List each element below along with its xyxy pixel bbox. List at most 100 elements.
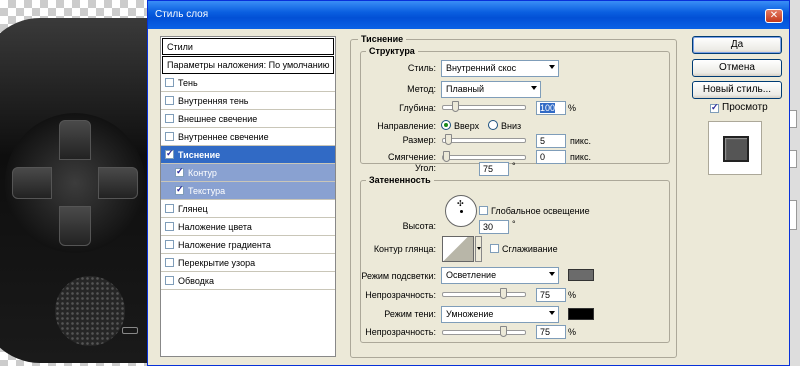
preview-label: Просмотр bbox=[722, 102, 768, 113]
shadow-opacity-slider[interactable] bbox=[442, 326, 526, 337]
soften-label: Смягчение: bbox=[387, 152, 436, 162]
shadow-opacity-input[interactable]: 75 bbox=[536, 325, 566, 339]
crosshair-icon: ✣ bbox=[457, 199, 464, 208]
style-item-label: Тень bbox=[178, 77, 198, 88]
style-item-label: Контур bbox=[188, 167, 217, 178]
highlight-color-swatch[interactable] bbox=[568, 269, 594, 281]
dialog-title: Стиль слоя bbox=[155, 9, 209, 20]
gloss-contour-swatch[interactable] bbox=[442, 236, 474, 262]
global-light-checkbox[interactable] bbox=[479, 206, 488, 215]
method-select[interactable]: Плавный bbox=[441, 81, 541, 98]
shadow-opacity-unit: % bbox=[568, 327, 577, 337]
size-input[interactable]: 5 bbox=[536, 134, 566, 148]
shadow-opacity-thumb[interactable] bbox=[500, 326, 507, 337]
antialias-checkbox[interactable] bbox=[490, 244, 499, 253]
cancel-button[interactable]: Отмена bbox=[692, 59, 782, 77]
ok-button[interactable]: Да bbox=[692, 36, 782, 54]
blending-options-item[interactable]: Параметры наложения: По умолчанию bbox=[162, 56, 334, 74]
dpad-left bbox=[12, 167, 52, 199]
speaker-grille bbox=[55, 276, 125, 346]
style-item-checkbox[interactable] bbox=[165, 148, 174, 159]
soften-slider[interactable] bbox=[442, 151, 526, 162]
highlight-opacity-thumb[interactable] bbox=[500, 288, 507, 299]
styles-list: Стили Параметры наложения: По умолчанию … bbox=[160, 36, 336, 357]
style-item-label: Перекрытие узора bbox=[178, 257, 256, 268]
style-item-checkbox[interactable] bbox=[165, 204, 174, 213]
dialog-titlebar[interactable]: Стиль слоя ✕ bbox=[148, 1, 789, 29]
style-item-label: Глянец bbox=[178, 203, 208, 214]
style-item[interactable]: Контур bbox=[161, 164, 335, 182]
angle-unit: ° bbox=[512, 161, 516, 171]
style-item[interactable]: Глянец bbox=[161, 200, 335, 218]
soften-slider-thumb[interactable] bbox=[443, 151, 450, 162]
angle-dial[interactable]: ✣ bbox=[445, 195, 477, 227]
style-item[interactable]: Наложение градиента bbox=[161, 236, 335, 254]
gloss-contour-label: Контур глянца: bbox=[373, 244, 436, 254]
style-item[interactable]: Перекрытие узора bbox=[161, 254, 335, 272]
style-item-label: Наложение градиента bbox=[178, 239, 271, 250]
style-item-checkbox[interactable] bbox=[165, 78, 174, 87]
depth-slider-thumb[interactable] bbox=[452, 101, 460, 112]
preview-square bbox=[723, 136, 749, 162]
shadow-mode-value: Умножение bbox=[446, 309, 494, 319]
highlight-mode-label: Режим подсветки: bbox=[361, 271, 436, 281]
style-item-checkbox[interactable] bbox=[165, 132, 174, 141]
soften-input[interactable]: 0 bbox=[536, 150, 566, 164]
style-item-checkbox[interactable] bbox=[165, 258, 174, 267]
direction-label: Направление: bbox=[377, 121, 436, 131]
depth-label: Глубина: bbox=[399, 103, 436, 113]
style-item[interactable]: Обводка bbox=[161, 272, 335, 290]
style-item-label: Наложение цвета bbox=[178, 221, 252, 232]
depth-input-value: 100 bbox=[540, 103, 556, 113]
style-item-label: Внутреннее свечение bbox=[178, 131, 269, 142]
style-item[interactable]: Наложение цвета bbox=[161, 218, 335, 236]
chevron-down-icon bbox=[549, 272, 555, 276]
highlight-opacity-slider[interactable] bbox=[442, 288, 526, 299]
direction-up-label: Вверх bbox=[454, 121, 480, 131]
gloss-contour-dropdown[interactable] bbox=[475, 236, 482, 262]
style-item-label: Обводка bbox=[178, 275, 215, 286]
style-item[interactable]: Внутренняя тень bbox=[161, 92, 335, 110]
dpad-down bbox=[59, 206, 91, 246]
style-preview bbox=[708, 121, 762, 175]
angle-input[interactable]: 75 bbox=[479, 162, 509, 176]
direction-up-radio[interactable] bbox=[441, 120, 451, 130]
new-style-button[interactable]: Новый стиль... bbox=[692, 81, 782, 99]
size-slider-thumb[interactable] bbox=[445, 134, 453, 145]
chevron-down-icon bbox=[531, 86, 537, 90]
direction-down-label: Вниз bbox=[501, 121, 522, 131]
layer-style-dialog: Стиль слоя ✕ Стили Параметры наложения: … bbox=[147, 0, 790, 366]
global-light-label: Глобальное освещение bbox=[491, 206, 590, 216]
style-item-checkbox[interactable] bbox=[165, 96, 174, 105]
highlight-opacity-input[interactable]: 75 bbox=[536, 288, 566, 302]
style-item-checkbox[interactable] bbox=[165, 276, 174, 285]
size-unit: пикс. bbox=[570, 136, 591, 146]
depth-slider[interactable] bbox=[442, 101, 526, 112]
close-icon[interactable]: ✕ bbox=[765, 9, 783, 23]
shadow-mode-select[interactable]: Умножение bbox=[441, 306, 559, 323]
direction-down-radio[interactable] bbox=[488, 120, 498, 130]
style-item-checkbox[interactable] bbox=[165, 240, 174, 249]
style-item[interactable]: Текстура bbox=[161, 182, 335, 200]
depth-input[interactable]: 100 bbox=[536, 101, 566, 115]
style-select[interactable]: Внутренний скос bbox=[441, 60, 559, 77]
style-item[interactable]: Внутреннее свечение bbox=[161, 128, 335, 146]
styles-header[interactable]: Стили bbox=[162, 38, 334, 55]
style-item[interactable]: Тень bbox=[161, 74, 335, 92]
style-item[interactable]: Тиснение bbox=[161, 146, 335, 164]
shadow-color-swatch[interactable] bbox=[568, 308, 594, 320]
style-item-checkbox[interactable] bbox=[165, 114, 174, 123]
style-label: Стиль: bbox=[407, 63, 436, 73]
size-slider[interactable] bbox=[442, 134, 526, 145]
style-item[interactable]: Внешнее свечение bbox=[161, 110, 335, 128]
style-item-checkbox[interactable] bbox=[175, 184, 184, 195]
style-item-checkbox[interactable] bbox=[165, 222, 174, 231]
emboss-title: Тиснение bbox=[358, 34, 407, 44]
style-item-label: Внутренняя тень bbox=[178, 95, 249, 106]
highlight-mode-value: Осветление bbox=[446, 270, 497, 280]
preview-checkbox[interactable] bbox=[710, 102, 719, 113]
depth-unit: % bbox=[568, 103, 577, 113]
highlight-mode-select[interactable]: Осветление bbox=[441, 267, 559, 284]
style-item-checkbox[interactable] bbox=[175, 166, 184, 177]
altitude-input[interactable]: 30 bbox=[479, 220, 509, 234]
